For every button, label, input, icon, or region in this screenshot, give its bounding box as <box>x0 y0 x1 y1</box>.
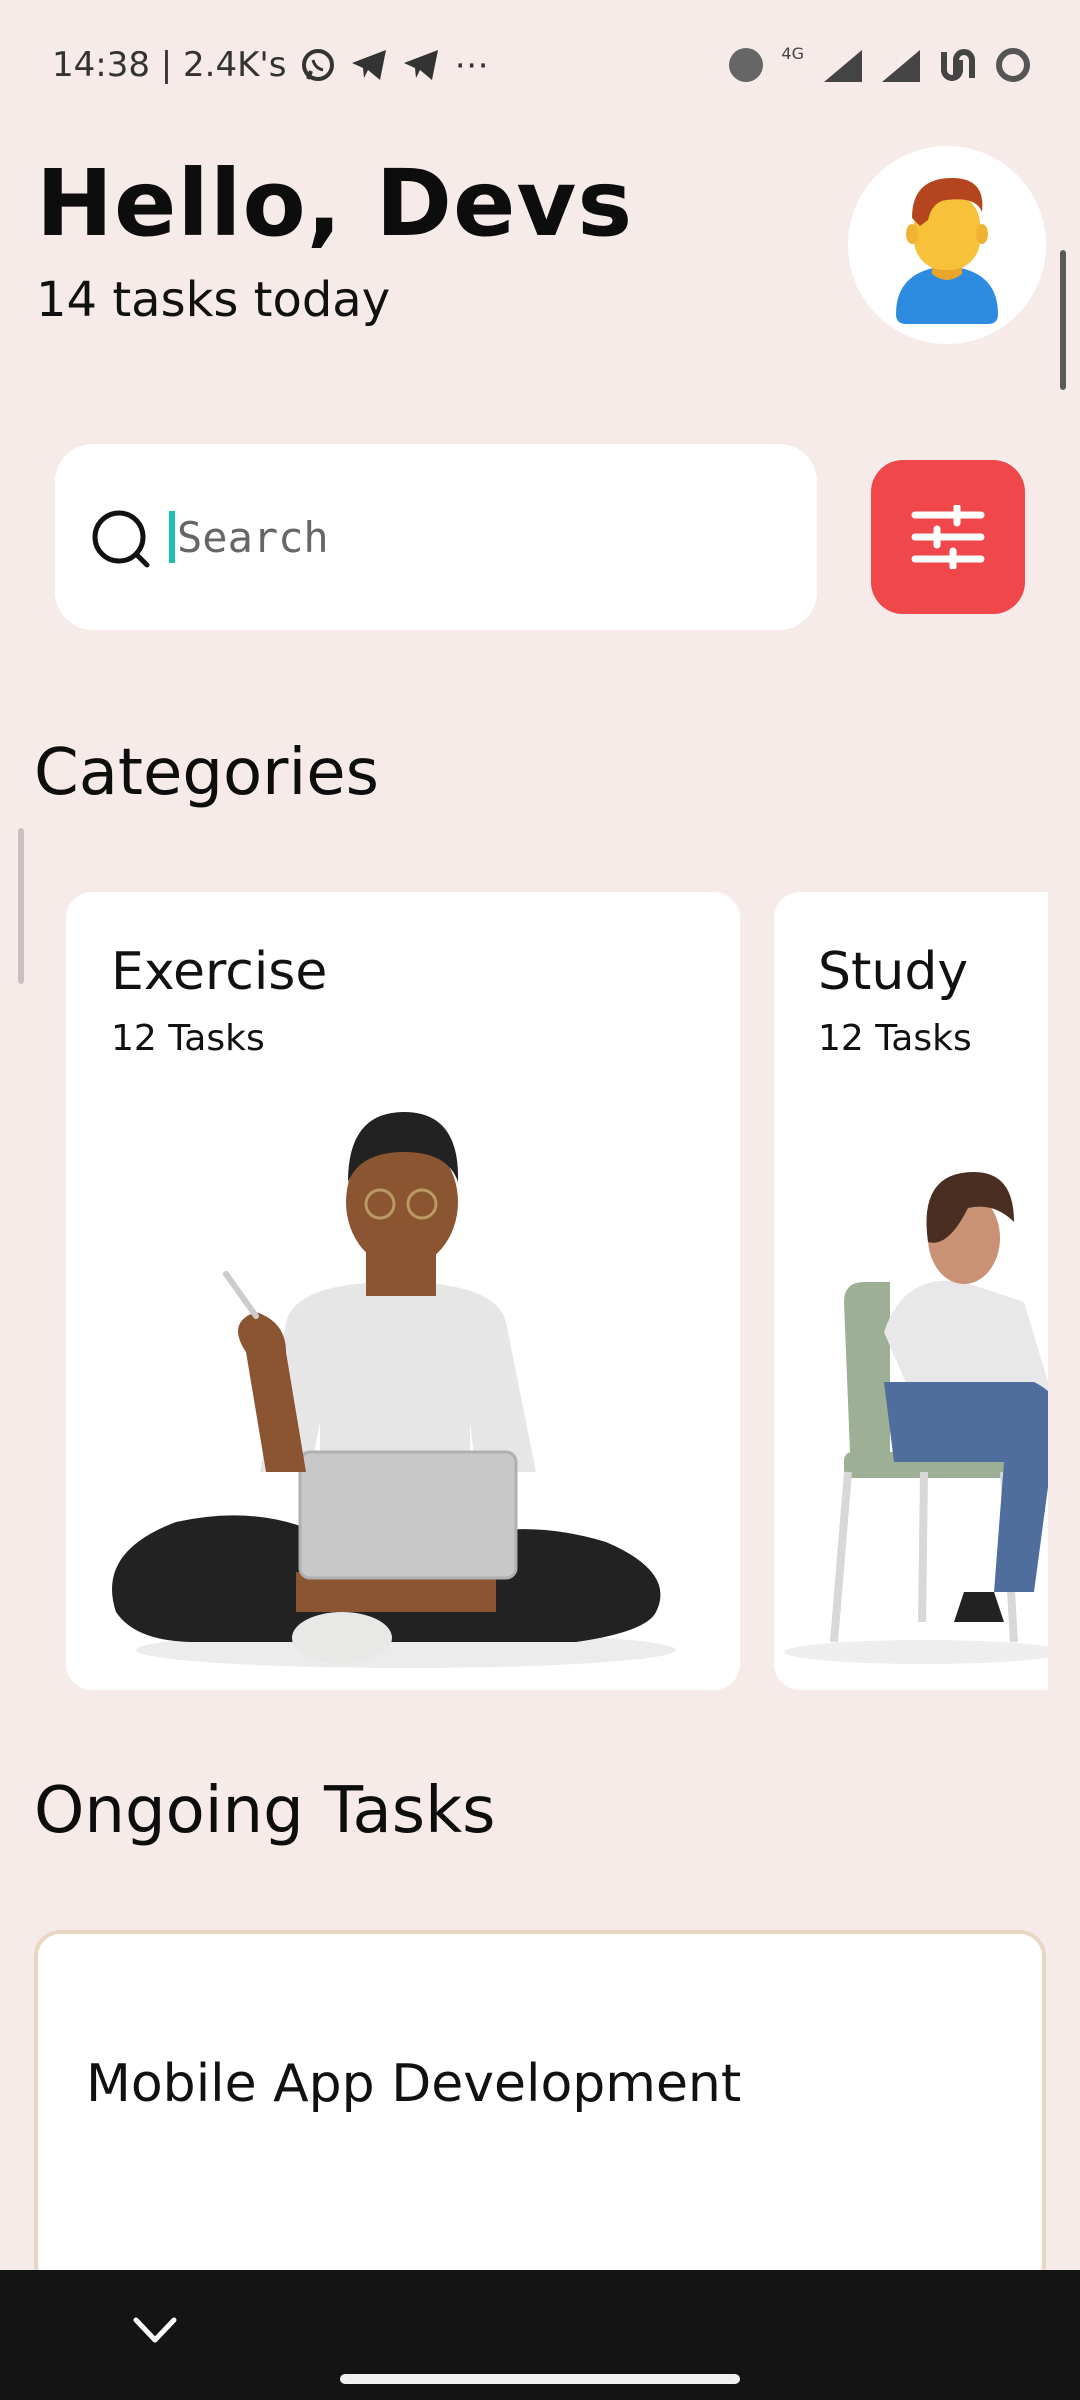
category-card-exercise[interactable]: Exercise 12 Tasks <box>66 892 740 1690</box>
status-bar: 14:38 | 2.4K's ⋯ 4G <box>0 0 1080 130</box>
ongoing-task-title: Mobile App Development <box>86 2054 742 2114</box>
network-type-label: 4G <box>781 43 804 63</box>
avatar[interactable] <box>848 146 1046 344</box>
chevron-down-icon[interactable] <box>130 2310 180 2350</box>
avatar-icon <box>896 178 998 324</box>
category-card-study[interactable]: Study 12 Tasks <box>774 892 1048 1690</box>
search-bar[interactable] <box>55 444 817 630</box>
category-title: Exercise <box>111 942 328 1002</box>
vpn-icon <box>941 49 975 81</box>
signal-icon <box>880 48 920 82</box>
whatsapp-icon <box>302 49 335 81</box>
search-input[interactable] <box>177 512 737 562</box>
filter-button[interactable] <box>871 460 1025 614</box>
ongoing-tasks-heading: Ongoing Tasks <box>34 1774 496 1848</box>
more-icon: ⋯ <box>454 45 489 85</box>
signal-icon <box>822 48 862 82</box>
category-title: Study <box>818 942 969 1002</box>
system-navigation-bar <box>0 2270 1080 2400</box>
status-right: 4G <box>729 43 1030 84</box>
home-indicator[interactable] <box>340 2374 740 2384</box>
search-icon <box>92 510 150 568</box>
status-time: 14:38 | 2.4K's <box>52 45 287 85</box>
ongoing-task-card[interactable]: Mobile App Development <box>34 1930 1046 2290</box>
person-studying-illustration <box>784 1172 1048 1664</box>
telegram-icon <box>352 50 387 80</box>
status-left: 14:38 | 2.4K's ⋯ <box>52 45 488 85</box>
text-cursor <box>169 511 175 563</box>
task-count-subtitle: 14 tasks today <box>36 272 391 328</box>
sliders-icon <box>911 505 985 569</box>
categories-heading: Categories <box>34 736 379 810</box>
person-with-laptop-illustration <box>112 1112 676 1668</box>
battery-icon <box>996 48 1030 82</box>
categories-carousel[interactable]: Exercise 12 Tasks Study 12 Tasks <box>0 892 1048 1690</box>
greeting-title: Hello, Devs <box>36 150 634 257</box>
telegram-icon <box>404 50 439 80</box>
network-icon <box>729 48 764 82</box>
page-scrollbar[interactable] <box>1060 250 1066 390</box>
